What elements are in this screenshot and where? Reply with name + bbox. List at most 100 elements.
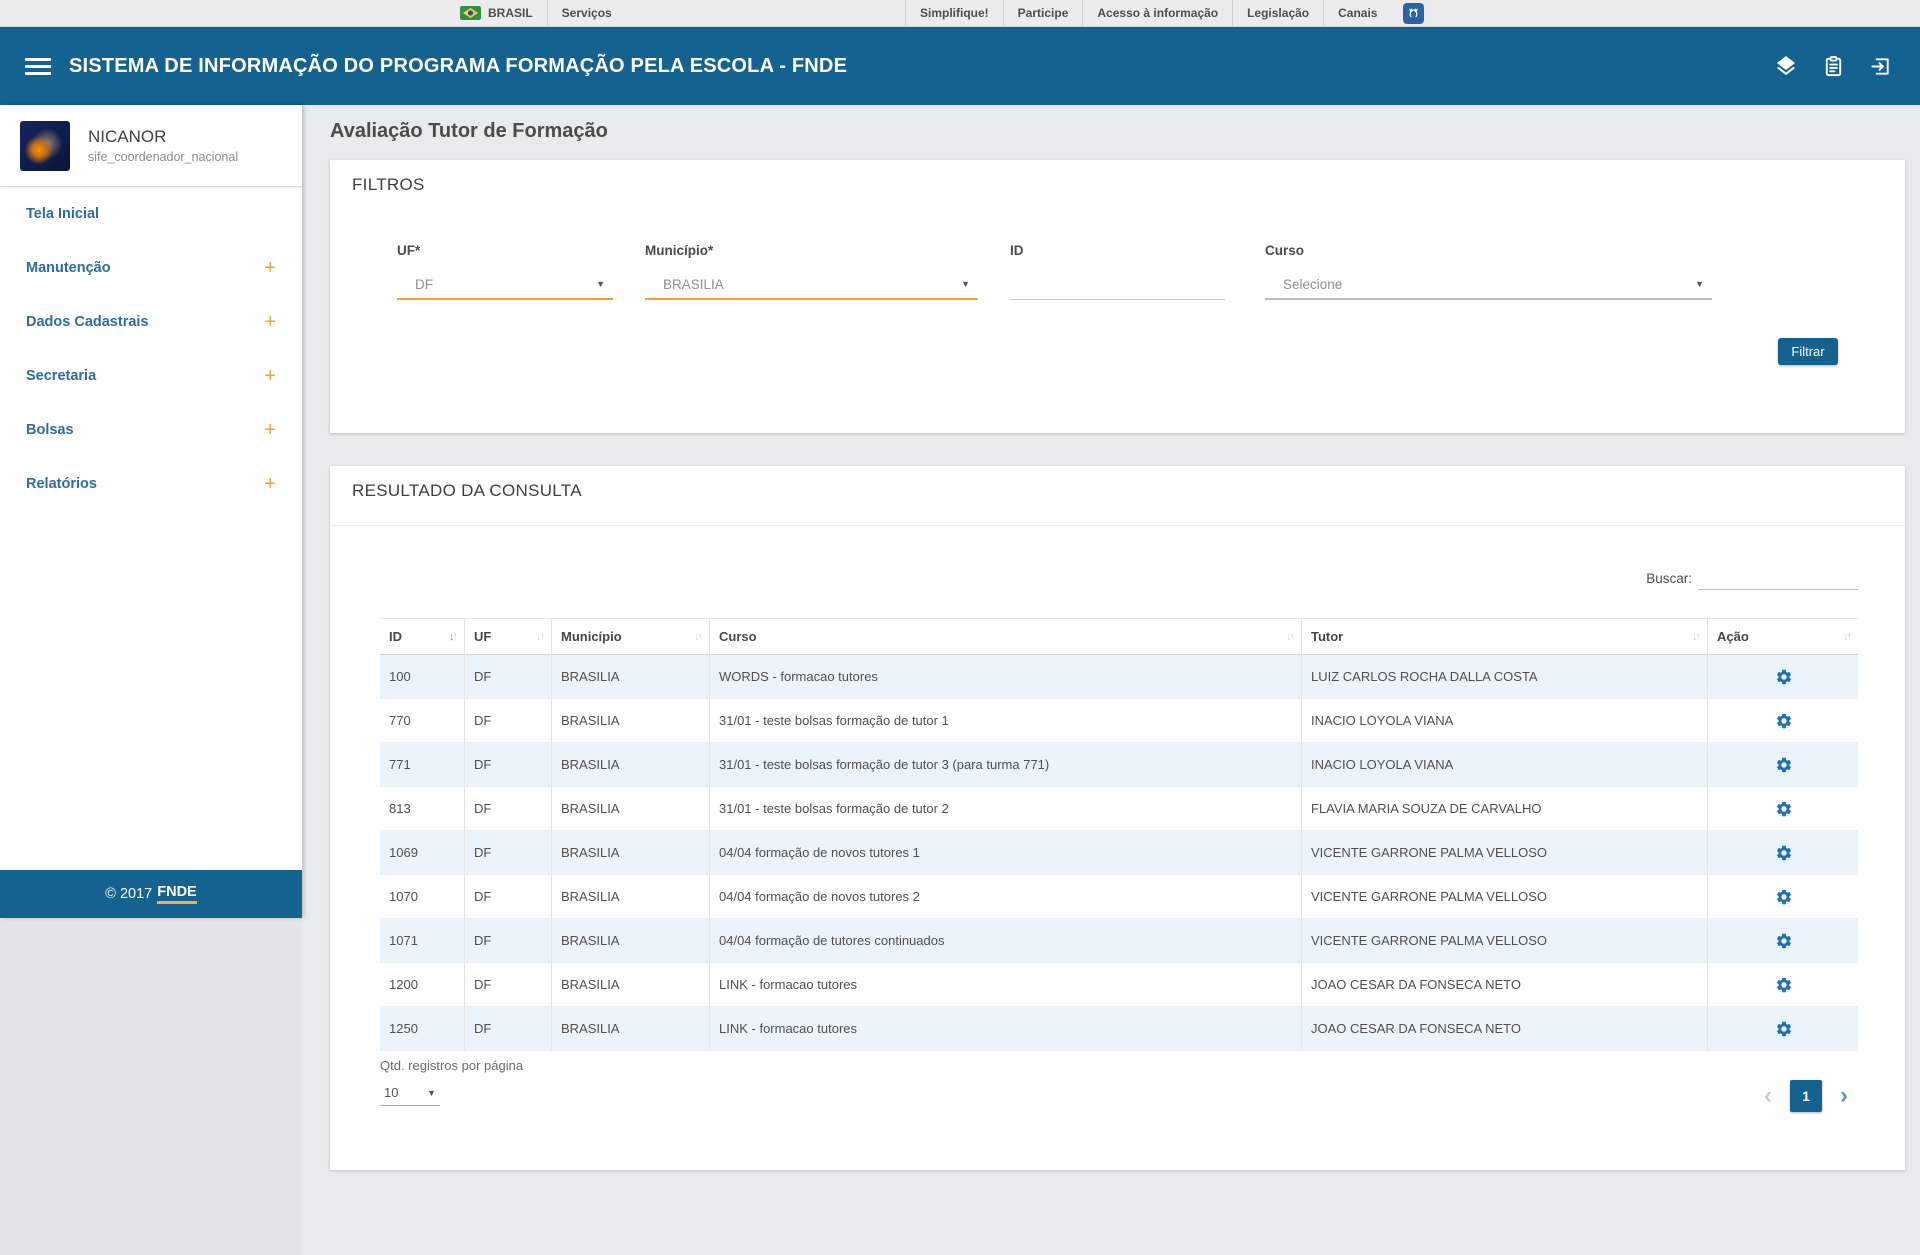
layers-icon[interactable] [1774,54,1798,78]
settings-gear-icon[interactable] [1775,932,1793,950]
settings-gear-icon[interactable] [1775,756,1793,774]
municipio-select[interactable]: BRASILIA ▼ [645,270,978,300]
chevron-down-icon: ▼ [961,279,970,289]
cell-municipio: BRASILIA [552,743,710,787]
column-header-curso[interactable]: Curso ↓↑ [710,618,1302,655]
sidebar-item-secretaria[interactable]: Secretaria+ [0,349,302,403]
cell-municipio: BRASILIA [552,919,710,963]
link-canais[interactable]: Canais [1324,0,1391,26]
sidebar-item-bolsas[interactable]: Bolsas+ [0,403,302,457]
settings-gear-icon[interactable] [1775,800,1793,818]
column-header-tutor[interactable]: Tutor ↓↑ [1302,618,1708,655]
cell-uf: DF [465,743,552,787]
cell-id: 1200 [380,963,465,1007]
results-table-body: 100 DF BRASILIA WORDS - formacao tutores… [380,655,1858,1051]
cell-uf: DF [465,875,552,919]
table-row: 813 DF BRASILIA 31/01 - teste bolsas for… [380,787,1858,831]
filters-heading: FILTROS [352,175,425,195]
cell-curso: LINK - formacao tutores [710,1007,1302,1051]
filtrar-button[interactable]: Filtrar [1778,338,1838,365]
libras-accessibility-icon[interactable] [1403,3,1424,24]
copyright-text: © 2017 [105,886,152,902]
sidebar-item-relatorios[interactable]: Relatórios+ [0,457,302,511]
cell-id: 1070 [380,875,465,919]
filter-label-id: ID [1010,243,1225,258]
per-page-label: Qtd. registros por página [380,1058,523,1073]
sidebar-footer: © 2017 FNDE [0,870,302,918]
sort-icon: ↓↑ [694,631,701,643]
cell-municipio: BRASILIA [552,831,710,875]
cell-uf: DF [465,699,552,743]
cell-id: 1069 [380,831,465,875]
table-header-row: ID ↓↑ UF ↓↑ Município ↓↑ Curso ↓↑ Tutor [380,618,1858,655]
brand-label: BRASIL [488,6,533,20]
chevron-down-icon: ▼ [596,279,605,289]
search-input[interactable] [1698,566,1858,590]
cell-acao [1708,919,1858,963]
cell-acao [1708,743,1858,787]
link-servicos[interactable]: Serviços [548,0,626,26]
cell-uf: DF [465,655,552,699]
settings-gear-icon[interactable] [1775,712,1793,730]
cell-uf: DF [465,963,552,1007]
column-header-uf[interactable]: UF ↓↑ [465,618,552,655]
settings-gear-icon[interactable] [1775,888,1793,906]
sort-icon: ↓↑ [536,631,543,643]
sidebar-background [0,918,302,1255]
cell-curso: 31/01 - teste bolsas formação de tutor 2 [710,787,1302,831]
uf-select[interactable]: DF ▼ [397,270,613,300]
column-header-municipio[interactable]: Município ↓↑ [552,618,710,655]
id-input[interactable] [1014,277,1217,292]
brasil-brand[interactable]: BRASIL [446,0,547,26]
cell-curso: 31/01 - teste bolsas formação de tutor 1 [710,699,1302,743]
settings-gear-icon[interactable] [1775,844,1793,862]
fnde-link[interactable]: FNDE [157,884,196,904]
current-page-button[interactable]: 1 [1790,1080,1822,1112]
per-page-select[interactable]: 10 ▼ [380,1080,440,1106]
plus-icon: + [264,312,276,332]
user-box: NICANOR sife_coordenador_nacional [0,105,302,187]
results-table: ID ↓↑ UF ↓↑ Município ↓↑ Curso ↓↑ Tutor [380,618,1858,1051]
table-row: 770 DF BRASILIA 31/01 - teste bolsas for… [380,699,1858,743]
cell-tutor: FLAVIA MARIA SOUZA DE CARVALHO [1302,787,1708,831]
table-row: 1070 DF BRASILIA 04/04 formação de novos… [380,875,1858,919]
sidebar-item-manutencao[interactable]: Manutenção+ [0,241,302,295]
link-acesso-informacao[interactable]: Acesso à informação [1083,0,1232,26]
next-page-button[interactable]: › [1840,1084,1848,1108]
sidebar-item-tela-inicial[interactable]: Tela Inicial [0,187,302,241]
divider [330,525,1905,526]
cell-uf: DF [465,919,552,963]
table-row: 100 DF BRASILIA WORDS - formacao tutores… [380,655,1858,699]
cell-municipio: BRASILIA [552,699,710,743]
link-simplifique[interactable]: Simplifique! [906,0,1003,26]
settings-gear-icon[interactable] [1775,668,1793,686]
sidebar-item-dados-cadastrais[interactable]: Dados Cadastrais+ [0,295,302,349]
uf-selected-value: DF [415,277,433,292]
chevron-down-icon: ▼ [1695,279,1704,289]
filter-field-uf: UF* DF ▼ [397,243,613,300]
settings-gear-icon[interactable] [1775,1020,1793,1038]
search-box: Buscar: [1646,566,1858,590]
cell-curso: 04/04 formação de novos tutores 1 [710,831,1302,875]
menu-icon[interactable] [25,54,51,79]
table-row: 1200 DF BRASILIA LINK - formacao tutores… [380,963,1858,1007]
link-legislacao[interactable]: Legislação [1233,0,1323,26]
cell-tutor: VICENTE GARRONE PALMA VELLOSO [1302,875,1708,919]
clipboard-icon[interactable] [1822,55,1845,78]
cell-id: 1250 [380,1007,465,1051]
link-participe[interactable]: Participe [1004,0,1083,26]
curso-select[interactable]: Selecione ▼ [1265,270,1712,300]
prev-page-button[interactable]: ‹ [1764,1084,1772,1108]
sidebar-menu: Tela Inicial Manutenção+ Dados Cadastrai… [0,187,302,870]
logout-icon[interactable] [1869,55,1892,78]
table-row: 771 DF BRASILIA 31/01 - teste bolsas for… [380,743,1858,787]
column-header-id[interactable]: ID ↓↑ [380,618,465,655]
sort-icon: ↓↑ [1286,631,1293,643]
avatar [20,121,70,171]
cell-curso: 04/04 formação de novos tutores 2 [710,875,1302,919]
cell-id: 771 [380,743,465,787]
table-row: 1250 DF BRASILIA LINK - formacao tutores… [380,1007,1858,1051]
filter-field-curso: Curso Selecione ▼ [1265,243,1712,300]
column-header-acao[interactable]: Ação ↓↑ [1708,618,1858,655]
settings-gear-icon[interactable] [1775,976,1793,994]
